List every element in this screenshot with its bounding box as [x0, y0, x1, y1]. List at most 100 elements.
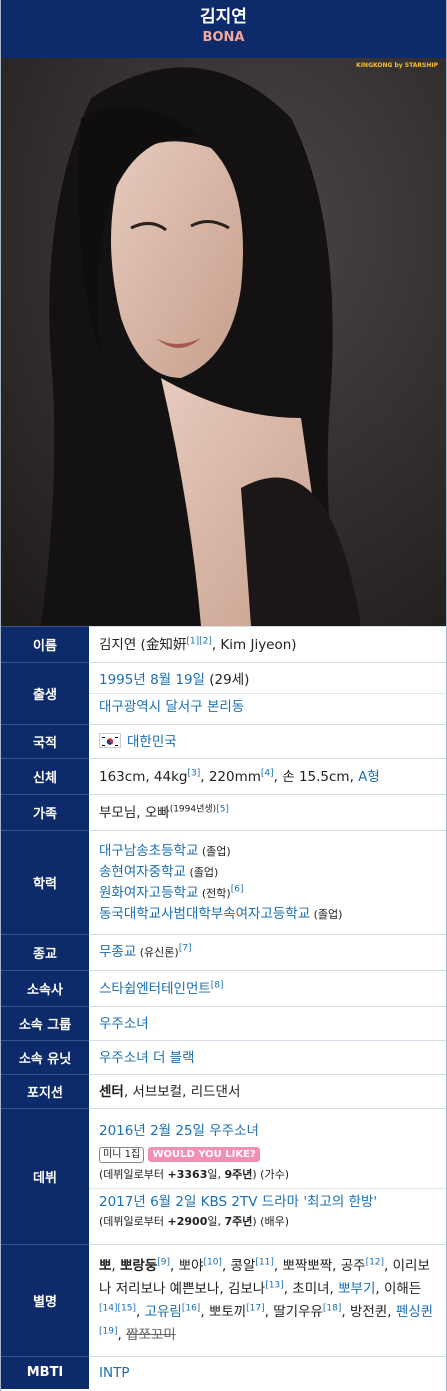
korea-flag-icon [99, 732, 121, 748]
singer-days-pre: (데뷔일로부터 [99, 1168, 168, 1181]
birth-date-link[interactable]: 1995년 8월 19일 [99, 672, 205, 688]
body-text-3: , 손 15.5cm, [273, 768, 359, 785]
actor-debut-link[interactable]: 2017년 6월 2일 KBS 2TV 드라마 '최고의 한방' [99, 1194, 377, 1210]
nick-1: 뽀 [99, 1257, 112, 1274]
singer-role: ) (가수) [252, 1168, 290, 1181]
row-family: 가족 부모님, 오빠(1994년생)[5] [1, 794, 446, 831]
portrait-image [1, 58, 446, 626]
ref-1[interactable]: [1] [186, 636, 199, 646]
label-unit: 소속 유닛 [1, 1040, 89, 1075]
profile-stage-name: BONA [202, 30, 245, 45]
actor-role: ) (배우) [252, 1215, 290, 1228]
actor-days-mid: 일, [207, 1215, 225, 1228]
nick-text-9: , 뽀토끼 [200, 1303, 247, 1320]
singer-debut-link[interactable]: 2016년 2월 25일 우주소녀 [99, 1123, 259, 1139]
value-position: 센터, 서브보컬, 리드댄서 [89, 1074, 446, 1109]
row-unit: 소속 유닛 우주소녀 더 블랙 [1, 1040, 446, 1075]
nick-link-1[interactable]: 뽀부기 [338, 1281, 375, 1297]
nick-text-7: , 이해든 [375, 1280, 422, 1297]
position-rest: , 서브보컬, 리드댄서 [123, 1083, 241, 1100]
ref-6[interactable]: [6] [231, 884, 244, 894]
nick-text-2: , 뽀야 [170, 1257, 204, 1274]
singer-days: +3363 [167, 1168, 208, 1181]
label-family: 가족 [1, 794, 89, 831]
ref-12[interactable]: [12] [366, 1257, 384, 1267]
ref-14[interactable]: [14] [99, 1303, 117, 1313]
label-mbti: MBTI [1, 1356, 89, 1389]
nick-text-12: , [117, 1326, 127, 1343]
family-note: (1994년생) [169, 804, 217, 814]
nick-link-3[interactable]: 펜싱퀸 [396, 1304, 433, 1320]
nick-sep-1: , [111, 1257, 121, 1274]
row-position: 포지션 센터, 서브보컬, 리드댄서 [1, 1074, 446, 1109]
profile-photo[interactable]: KINGKONG by STARSHIP [1, 58, 446, 626]
ref-2[interactable]: [2] [199, 636, 212, 646]
ref-8[interactable]: [8] [211, 980, 224, 990]
mbti-link[interactable]: INTP [99, 1365, 129, 1381]
label-birth: 출생 [1, 662, 89, 725]
debut-album-badge[interactable]: WOULD YOU LIKE? [148, 1147, 260, 1162]
label-nationality: 국적 [1, 724, 89, 759]
label-name: 이름 [1, 626, 89, 663]
ref-3[interactable]: [3] [188, 768, 201, 778]
photo-watermark: KINGKONG by STARSHIP [356, 62, 438, 69]
school-3-link[interactable]: 원화여자고등학교 [99, 885, 198, 901]
value-body: 163cm, 44kg[3], 220mm[4], 손 15.5cm, A형 [89, 758, 446, 795]
ref-19[interactable]: [19] [99, 1326, 117, 1336]
school-2-link[interactable]: 송현여자중학교 [99, 864, 186, 880]
mini-album-badge: 미니 1집 [99, 1147, 145, 1163]
school-1-link[interactable]: 대구남송초등학교 [99, 843, 198, 859]
ref-7[interactable]: [7] [179, 944, 192, 954]
row-birth: 출생 1995년 8월 19일 (29세) 대구광역시 달서구 본리동 [1, 662, 446, 725]
row-nicknames: 별명 뽀, 뽀랑둥[9], 뽀야[10], 콩알[11], 뽀짝뽀짝, 공주[1… [1, 1244, 446, 1357]
nick-link-2[interactable]: 고유림 [145, 1304, 182, 1320]
ref-18[interactable]: [18] [323, 1303, 341, 1313]
nick-text-8: , [135, 1303, 145, 1320]
nationality-link[interactable]: 대한민국 [127, 734, 177, 750]
nick-text-6: , 초미녀, [283, 1280, 339, 1297]
row-nationality: 국적 대한민국 [1, 724, 446, 759]
birth-place-link[interactable]: 대구광역시 달서구 본리동 [99, 699, 244, 715]
singer-days-mid: 일, [207, 1168, 225, 1181]
ref-16[interactable]: [16] [182, 1303, 200, 1313]
ref-17[interactable]: [17] [246, 1303, 264, 1313]
nick-text-3: , 콩알 [221, 1257, 256, 1274]
school-4-link[interactable]: 동국대학교사범대학부속여자고등학교 [99, 906, 310, 922]
label-religion: 종교 [1, 934, 89, 971]
value-name: 김지연 (金知姸[1][2], Kim Jiyeon) [89, 626, 446, 663]
profile-infobox: 김지연 BONA KINGKONG by STARSHIP 이름 김지연 (金知… [0, 0, 447, 1391]
agency-link[interactable]: 스타쉽엔터테인먼트 [99, 981, 211, 997]
ref-15[interactable]: [15] [117, 1303, 135, 1313]
family-text: 부모님, 오빠 [99, 804, 170, 821]
blood-type-link[interactable]: A형 [358, 769, 380, 785]
label-body: 신체 [1, 758, 89, 795]
infobox-header: 김지연 BONA [1, 0, 446, 58]
group-link[interactable]: 우주소녀 [99, 1016, 149, 1032]
school-3-note: (전학) [198, 886, 231, 900]
row-religion: 종교 무종교 (유신론)[7] [1, 934, 446, 971]
unit-link[interactable]: 우주소녀 더 블랙 [99, 1050, 195, 1066]
ref-13[interactable]: [13] [265, 1280, 283, 1290]
value-religion: 무종교 (유신론)[7] [89, 934, 446, 971]
nick-text-11: , 방전퀸, [341, 1303, 396, 1320]
ref-9[interactable]: [9] [157, 1257, 170, 1267]
label-position: 포지션 [1, 1074, 89, 1109]
ref-10[interactable]: [10] [203, 1257, 221, 1267]
school-1-note: (졸업) [198, 844, 231, 858]
name-text: 김지연 (金知姸 [99, 636, 187, 653]
ref-5[interactable]: [5] [216, 804, 229, 814]
value-nationality: 대한민국 [89, 724, 446, 759]
label-debut: 데뷔 [1, 1108, 89, 1245]
religion-link[interactable]: 무종교 [99, 944, 136, 960]
nick-2: 뽀랑둥 [120, 1257, 158, 1274]
position-main: 센터 [99, 1083, 124, 1100]
nick-text-4: , 뽀짝뽀짝, 공주 [273, 1257, 366, 1274]
label-nicknames: 별명 [1, 1244, 89, 1357]
religion-note: (유신론) [136, 946, 179, 959]
school-2-note: (졸업) [185, 865, 219, 879]
ref-4[interactable]: [4] [261, 768, 274, 778]
row-education: 학력 대구남송초등학교 (졸업) 송현여자중학교 (졸업) 원화여자고등학교 (… [1, 830, 446, 935]
ref-11[interactable]: [11] [255, 1257, 273, 1267]
info-table: 이름 김지연 (金知姸[1][2], Kim Jiyeon) 출생 1995년 … [1, 626, 446, 1389]
value-mbti: INTP [89, 1356, 446, 1389]
